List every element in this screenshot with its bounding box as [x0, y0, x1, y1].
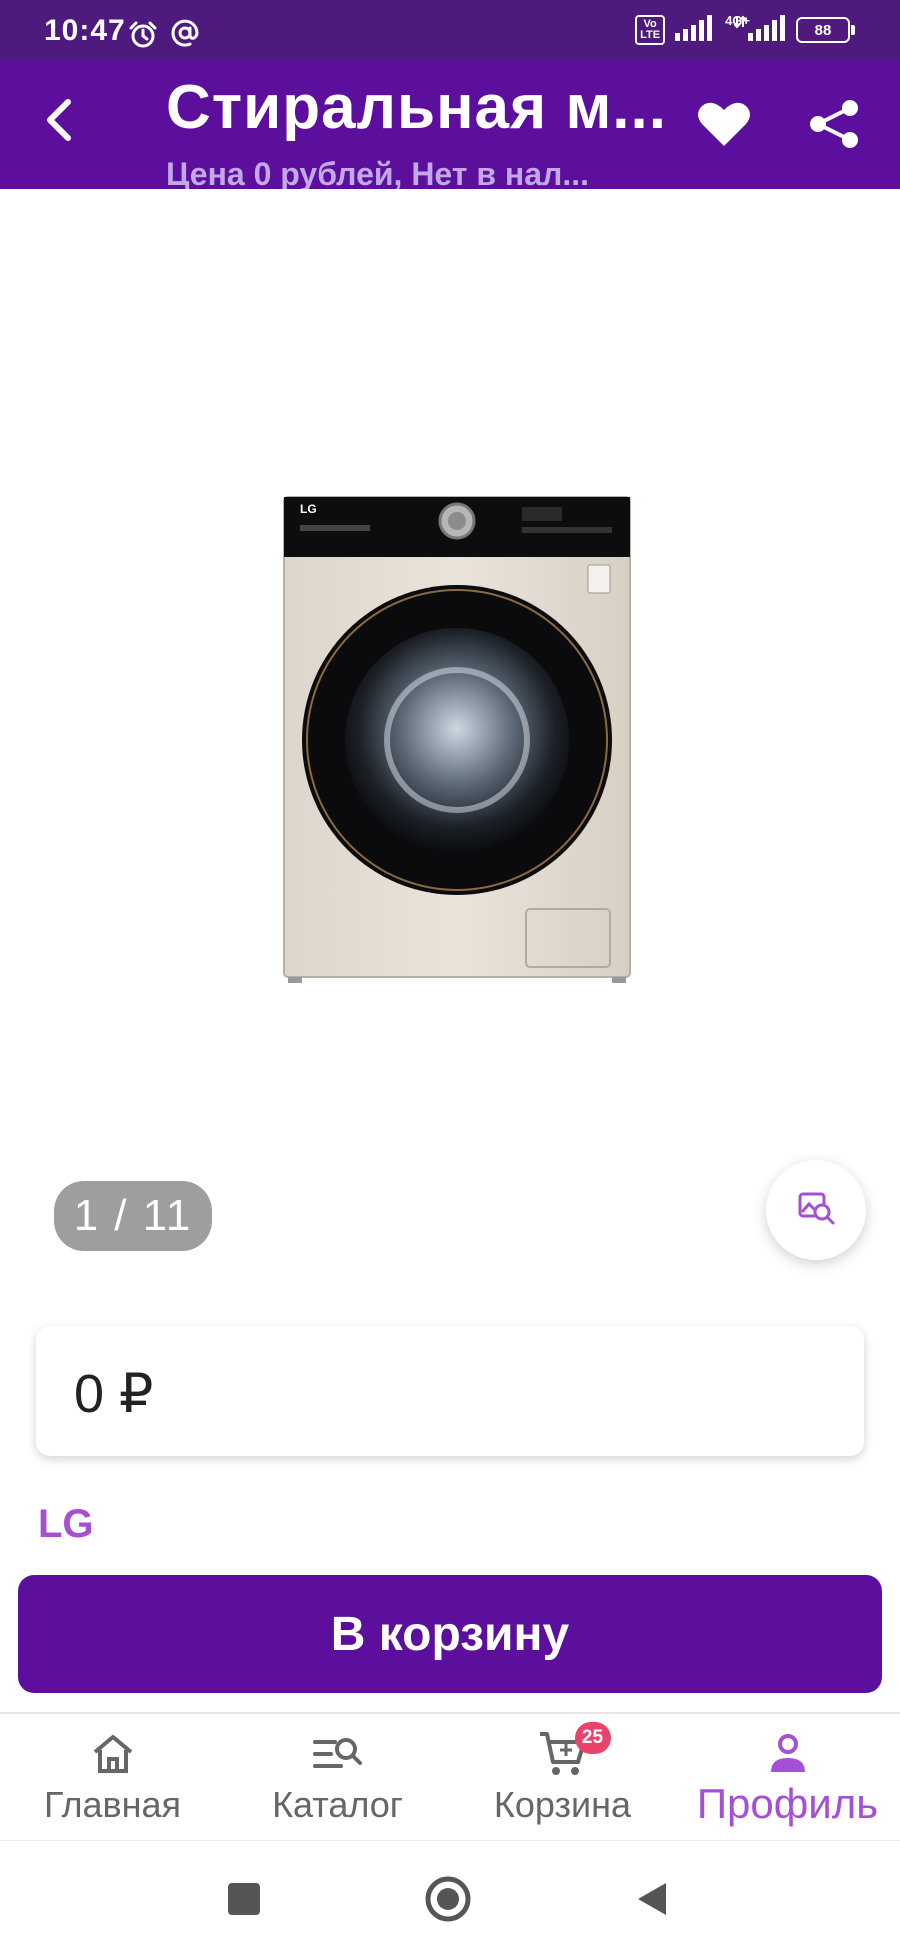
nav-label: Корзина: [493, 1784, 632, 1825]
home-icon: [85, 1728, 141, 1780]
back-button[interactable]: [34, 96, 86, 148]
image-search-icon: [796, 1188, 836, 1233]
nav-item-catalog[interactable]: Каталог: [225, 1728, 450, 1838]
network-type: 4G+: [725, 12, 750, 28]
person-icon: [760, 1728, 816, 1780]
top-app-bar: Стиральная м... Цена 0 рублей, Нет в нал…: [0, 60, 900, 189]
nav-item-home[interactable]: Главная: [0, 1728, 225, 1838]
battery-level: 88: [814, 21, 832, 39]
back-triangle-icon: [632, 1879, 672, 1924]
product-image[interactable]: LG: [282, 495, 632, 987]
alarm-icon: [128, 20, 158, 55]
add-to-cart-button[interactable]: В корзину: [18, 1575, 882, 1693]
favorite-button[interactable]: [696, 98, 756, 154]
cart-icon: 25: [535, 1722, 611, 1780]
page-subtitle: Цена 0 рублей, Нет в нал...: [166, 156, 590, 189]
share-icon: [806, 100, 862, 154]
washer-brand-label: LG: [300, 502, 317, 516]
image-counter: 1 / 11: [54, 1181, 212, 1251]
system-navigation-bar: [0, 1840, 900, 1951]
signal-icon: [675, 14, 715, 46]
home-circle-icon: [424, 1875, 472, 1928]
bottom-navigation: Главная Каталог 25 Корзина Профиль: [0, 1712, 900, 1842]
page-title: Стиральная м...: [166, 73, 667, 142]
back-system-button[interactable]: [626, 1875, 678, 1927]
home-system-button[interactable]: [422, 1875, 474, 1927]
heart-icon: [696, 102, 752, 154]
status-bar: 10:47 Vo LTE 4G+ 88: [0, 0, 900, 60]
recents-square-icon: [226, 1881, 262, 1922]
product-brand-link[interactable]: LG: [38, 1502, 94, 1547]
status-time: 10:47: [44, 14, 126, 47]
price-card: 0 ₽: [36, 1326, 864, 1456]
battery-icon: 88: [796, 17, 855, 43]
volte-icon: Vo LTE: [635, 15, 666, 45]
recents-button[interactable]: [218, 1875, 270, 1927]
product-price: 0 ₽: [74, 1364, 154, 1424]
nav-label: Каталог: [272, 1784, 403, 1825]
product-image-gallery[interactable]: LG 1 / 11: [0, 189, 900, 1309]
nav-item-cart[interactable]: 25 Корзина: [450, 1722, 675, 1838]
cart-count-badge: 25: [574, 1722, 611, 1754]
image-search-button[interactable]: [766, 1160, 866, 1260]
share-button[interactable]: [806, 98, 866, 154]
nav-label: Главная: [43, 1784, 182, 1825]
at-icon: [170, 18, 200, 53]
nav-label: Профиль: [696, 1780, 879, 1827]
nav-item-profile[interactable]: Профиль: [675, 1728, 900, 1838]
catalog-search-icon: [310, 1728, 366, 1780]
chevron-left-icon: [40, 98, 80, 147]
